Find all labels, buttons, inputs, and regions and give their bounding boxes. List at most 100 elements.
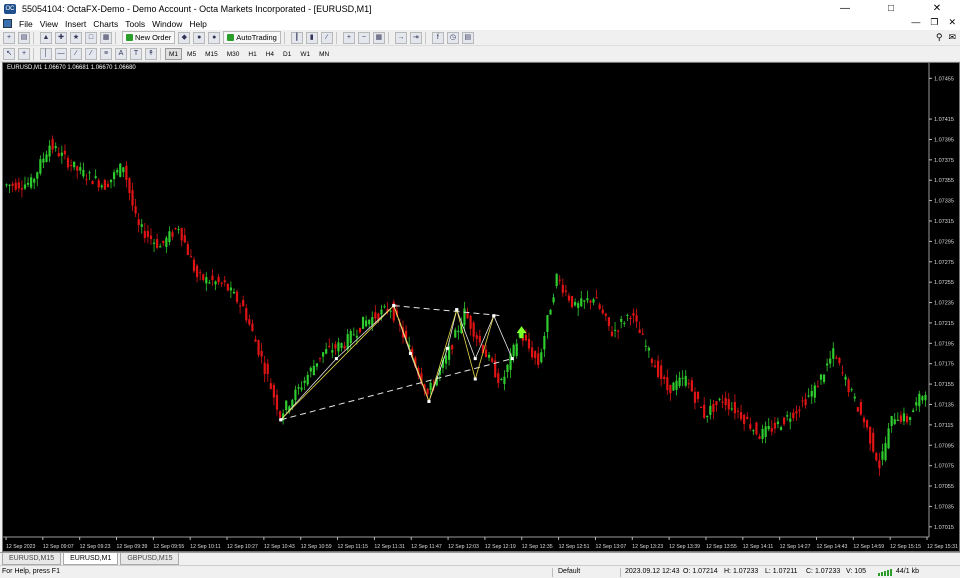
timeframe-mn[interactable]: MN [315, 48, 333, 60]
candle-body [183, 235, 186, 243]
candle-body [500, 378, 503, 380]
menu-tools[interactable]: Tools [125, 19, 145, 29]
tab-gbpusd-m15[interactable]: GBPUSD,M15 [120, 553, 180, 565]
chat-icon[interactable]: ✉ [948, 32, 956, 43]
fibonacci-icon[interactable]: ≡ [100, 47, 112, 60]
candle-body [727, 399, 730, 410]
menu-charts[interactable]: Charts [93, 19, 118, 29]
bar-chart-icon[interactable]: ┃ [290, 31, 303, 44]
candle-body [374, 312, 377, 319]
price-tick-label: 1.07335 [934, 199, 954, 205]
chart-window[interactable]: 1.07455 1.07415 1.07395 1.07375 1.07355 1.073… [2, 62, 960, 552]
app-icon: OC [4, 3, 16, 14]
minimize-icon[interactable]: — [822, 0, 868, 17]
search-icon[interactable]: ⚲ [936, 32, 943, 43]
candle-body [165, 237, 168, 247]
text-tool-icon[interactable]: A [115, 47, 127, 60]
status-low: L: 1.07211 [765, 568, 798, 575]
timeframe-m5[interactable]: M5 [183, 48, 200, 60]
horizontal-line-icon[interactable]: — [55, 47, 67, 60]
candle-body [451, 345, 454, 350]
zoom-out-icon[interactable]: − [357, 31, 370, 44]
candle-body [847, 379, 850, 392]
timeframe-m15[interactable]: M15 [201, 48, 222, 60]
candle-body [103, 180, 106, 190]
navigator-icon[interactable]: ★ [70, 31, 82, 44]
candle-body [275, 394, 279, 410]
candle-body [924, 394, 927, 401]
signals-icon[interactable]: ● [193, 31, 206, 44]
candlestick-icon[interactable]: ▮ [305, 31, 318, 44]
cursor-icon[interactable]: ↖ [3, 47, 15, 60]
timeframe-h1[interactable]: H1 [244, 48, 260, 60]
market-watch-icon[interactable]: ▲ [40, 31, 52, 44]
traffic-info: 44/1 kb [896, 568, 919, 575]
crosshair-icon[interactable]: + [18, 47, 30, 60]
inner-close-icon[interactable]: ✕ [948, 17, 956, 28]
menu-help[interactable]: Help [189, 19, 206, 29]
profiles-icon[interactable]: ▤ [18, 31, 30, 44]
new-order-button[interactable]: New Order [122, 31, 176, 44]
new-chart-icon[interactable]: + [3, 31, 15, 44]
candle-body [881, 451, 884, 460]
candle-body [577, 303, 580, 308]
metaeditor-icon[interactable]: ◆ [178, 31, 191, 44]
autotrading-button[interactable]: AutoTrading [223, 31, 281, 44]
candle-body [583, 300, 586, 302]
market-icon[interactable]: ● [208, 31, 221, 44]
candle-body [79, 167, 82, 171]
timeframe-m1[interactable]: M1 [165, 47, 183, 60]
channel-icon[interactable]: ⁄ [85, 47, 97, 60]
indicators-icon[interactable]: f [431, 31, 444, 44]
candle-body [865, 420, 869, 428]
strategy-tester-icon[interactable]: ▦ [100, 31, 112, 44]
candle-body [733, 402, 737, 414]
chart-window-icon[interactable] [3, 19, 12, 28]
periods-icon[interactable]: ◷ [446, 31, 459, 44]
tab-eurusd-m1[interactable]: EURUSD,M1 [63, 553, 119, 565]
candle-body [893, 419, 896, 425]
candle-body [779, 427, 783, 431]
inner-restore-icon[interactable]: ❐ [930, 17, 938, 28]
candle-body [208, 282, 211, 284]
toolbar-divider [115, 31, 116, 44]
candle-body [94, 176, 97, 179]
candle-body [786, 415, 789, 417]
timeframe-m30[interactable]: M30 [223, 48, 244, 60]
candle-body [669, 384, 672, 394]
candle-body [912, 410, 915, 413]
tab-eurusd-m15[interactable]: EURUSD,M15 [2, 553, 62, 565]
close-icon[interactable]: ✕ [914, 0, 960, 17]
candle-body [534, 351, 537, 359]
trendline-icon[interactable]: ∕ [70, 47, 82, 60]
timeframe-d1[interactable]: D1 [279, 48, 295, 60]
candle-body [159, 246, 162, 248]
zoom-in-icon[interactable]: + [342, 31, 355, 44]
candle-body [337, 342, 340, 352]
text-label-icon[interactable]: T [130, 47, 142, 60]
candle-body [629, 317, 632, 319]
maximize-icon[interactable]: □ [868, 0, 914, 17]
menu-file[interactable]: File [19, 19, 33, 29]
candle-body [592, 299, 595, 303]
data-window-icon[interactable]: ✚ [55, 31, 67, 44]
candle-body [613, 329, 617, 331]
timeframe-w1[interactable]: W1 [296, 48, 314, 60]
menu-insert[interactable]: Insert [65, 19, 86, 29]
candle-body [5, 184, 8, 186]
vertical-line-icon[interactable]: │ [40, 47, 52, 60]
timeframe-h4[interactable]: H4 [262, 48, 278, 60]
arrows-icon[interactable]: ↟ [145, 47, 157, 60]
candle-body [570, 295, 574, 307]
terminal-icon[interactable]: □ [85, 31, 97, 44]
auto-scroll-icon[interactable]: → [394, 31, 407, 44]
price-chart[interactable]: 1.07455 1.07415 1.07395 1.07375 1.07355 1.073… [3, 63, 959, 551]
tile-windows-icon[interactable]: ▦ [372, 31, 385, 44]
templates-icon[interactable]: ▤ [461, 31, 474, 44]
inner-minimize-icon[interactable]: — [911, 17, 920, 28]
menu-view[interactable]: View [40, 19, 58, 29]
line-chart-icon[interactable]: ∕ [320, 31, 333, 44]
pattern-anchor [279, 418, 283, 422]
chart-shift-icon[interactable]: ⇥ [409, 31, 422, 44]
menu-window[interactable]: Window [152, 19, 182, 29]
